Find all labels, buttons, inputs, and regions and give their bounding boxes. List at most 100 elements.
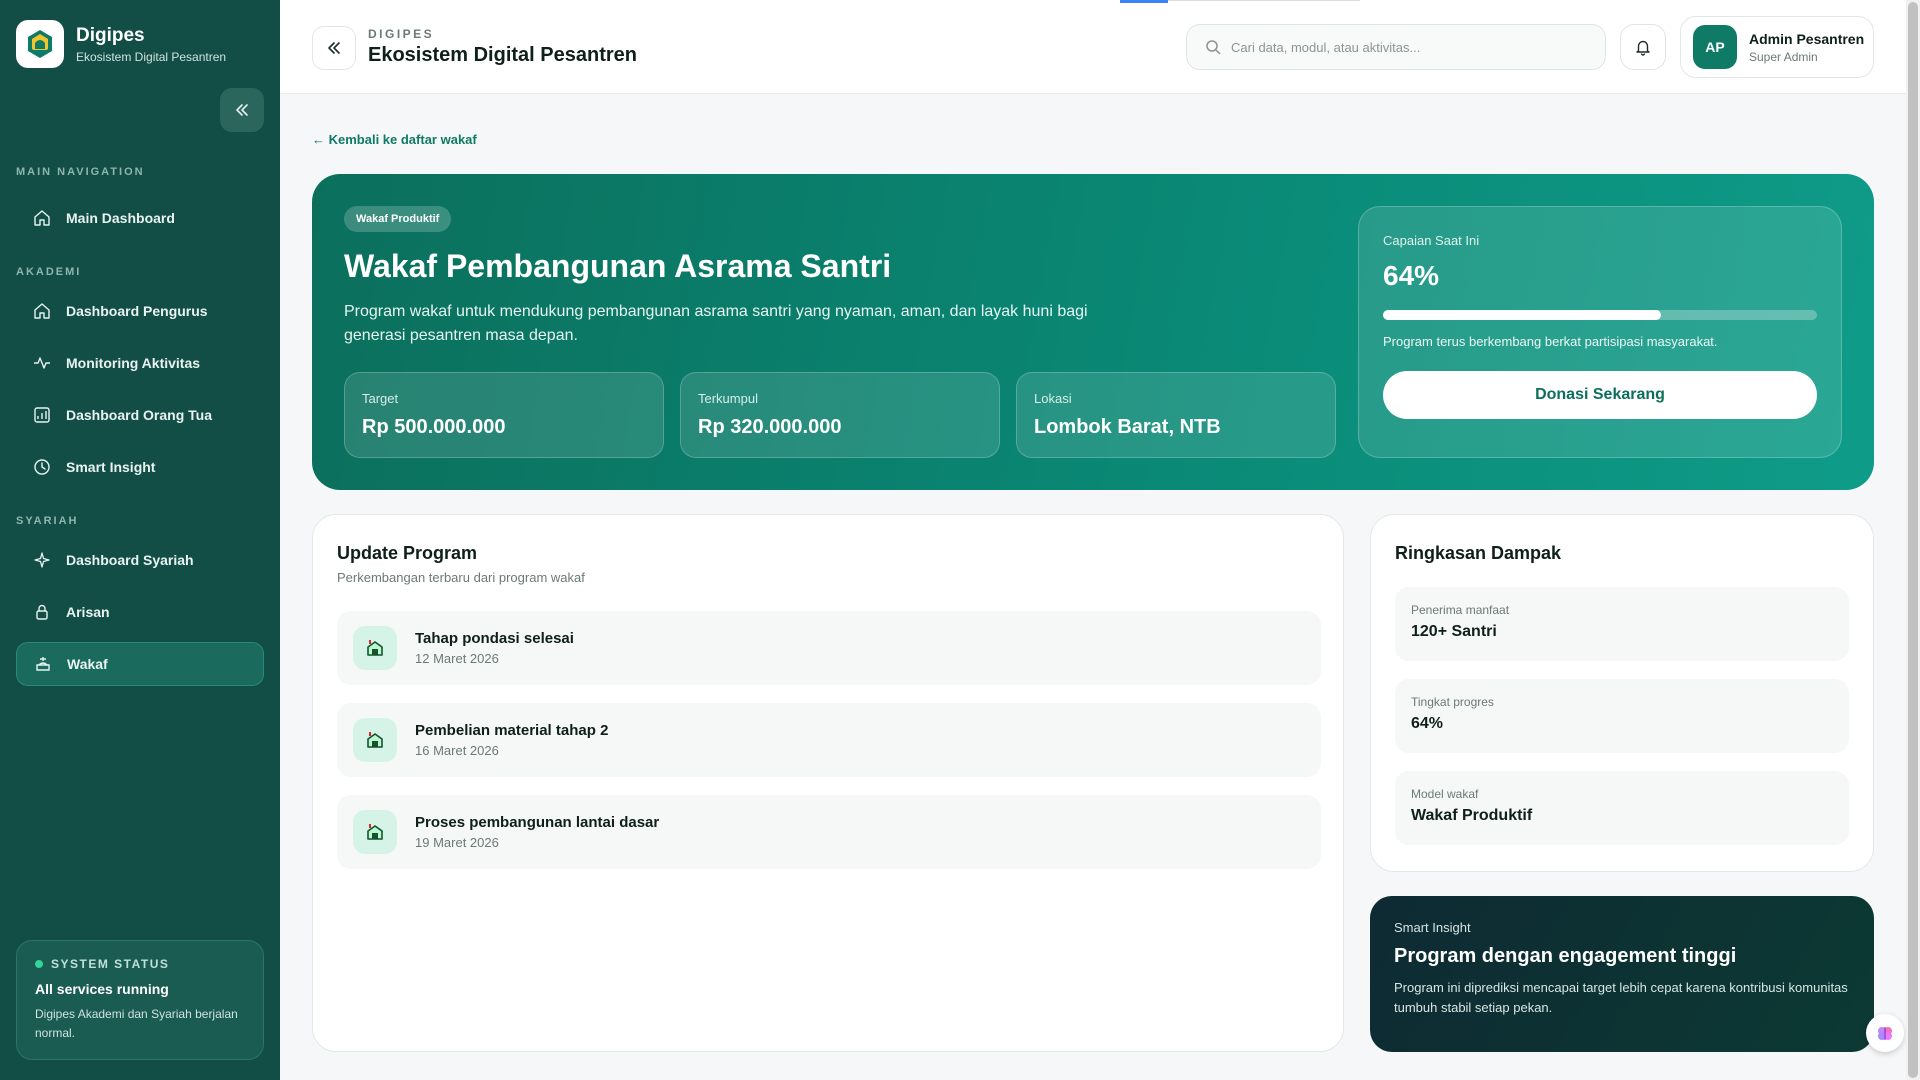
brain-icon [1878,1027,1892,1040]
impact-value: 64% [1411,715,1444,732]
stat-value: Rp 320.000.000 [698,416,842,438]
loading-indicator-track [1168,0,1360,1]
bell-icon [1636,40,1650,56]
sidebar-item-label: Monitoring Aktivitas [66,355,201,371]
update-title: Pembelian material tahap 2 [415,722,609,739]
card-title: Ringkasan Dampak [1395,543,1562,563]
insight-description: Program ini diprediksi mencapai target l… [1394,980,1848,1015]
update-title: Proses pembangunan lantai dasar [415,814,660,831]
donate-now-button[interactable]: Donasi Sekarang [1383,371,1817,419]
list-item[interactable]: Pembelian material tahap 2 16 Maret 2026 [337,703,1321,777]
assistant-fab-button[interactable] [1866,1014,1904,1052]
top-header: DIGIPES Ekosistem Digital Pesantren AP A… [280,0,1906,94]
brand[interactable]: Digipes Ekosistem Digital Pesantren [16,20,226,68]
home-icon [32,301,52,321]
list-item[interactable]: Proses pembangunan lantai dasar 19 Maret… [337,795,1321,869]
lock-icon [32,602,52,622]
update-title: Tahap pondasi selesai [415,630,574,647]
activity-icon [32,353,52,373]
progress-note: Program terus berkembang berkat partisip… [1383,334,1718,349]
nav-section-akademi: AKADEMI [16,266,82,278]
impact-item: Model wakaf Wakaf Produktif [1395,771,1849,845]
status-title: All services running [35,981,169,997]
stat-target: Target Rp 500.000.000 [344,372,664,458]
back-to-wakaf-list-link[interactable]: ← Kembali ke daftar wakaf [312,132,477,147]
header-eyebrow: DIGIPES [368,27,435,41]
sidebar-item-smart-insight[interactable]: Smart Insight [16,445,264,489]
sidebar-item-label: Main Dashboard [66,210,175,226]
user-role: Super Admin [1749,49,1818,64]
building-icon [353,810,397,854]
insight-title: Program dengan engagement tinggi [1394,945,1737,967]
sidebar-collapse-button[interactable] [220,88,264,132]
progress-bar-fill [1383,310,1661,320]
impact-label: Model wakaf [1411,787,1479,801]
status-label: SYSTEM STATUS [51,957,170,971]
sidebar: Digipes Ekosistem Digital Pesantren MAIN… [0,0,280,1080]
building-icon [353,626,397,670]
card-subtitle: Perkembangan terbaru dari program wakaf [337,570,585,585]
sidebar-item-monitoring-aktivitas[interactable]: Monitoring Aktivitas [16,341,264,385]
sidebar-item-dashboard-syariah[interactable]: Dashboard Syariah [16,538,264,582]
impact-summary-card: Ringkasan Dampak Penerima manfaat 120+ S… [1370,514,1874,872]
progress-card: Capaian Saat Ini 64% Program terus berke… [1358,206,1842,458]
brand-title: Digipes [76,24,145,46]
home-icon [32,208,52,228]
status-description: Digipes Akademi dan Syariah berjalan nor… [35,1007,238,1040]
insight-label: Smart Insight [1394,920,1471,935]
sidebar-item-label: Dashboard Pengurus [66,303,208,319]
user-profile-button[interactable]: AP Admin Pesantren Super Admin [1680,16,1874,78]
smart-insight-card: Smart Insight Program dengan engagement … [1370,896,1874,1052]
chart-icon [32,405,52,425]
progress-value: 64% [1383,260,1440,291]
sidebar-item-label: Dashboard Orang Tua [66,407,212,423]
update-date: 12 Maret 2026 [415,651,499,666]
stat-label: Target [362,391,399,406]
chevrons-left-icon [236,104,248,116]
sidebar-item-wakaf[interactable]: Wakaf [16,642,264,686]
list-item[interactable]: Tahap pondasi selesai 12 Maret 2026 [337,611,1321,685]
building-icon [353,718,397,762]
card-title: Update Program [337,543,478,563]
impact-item: Penerima manfaat 120+ Santri [1395,587,1849,661]
sidebar-item-label: Wakaf [67,656,108,672]
sidebar-item-dashboard-pengurus[interactable]: Dashboard Pengurus [16,289,264,333]
stat-value: Rp 500.000.000 [362,416,506,438]
stat-terkumpul: Terkumpul Rp 320.000.000 [680,372,1000,458]
search-icon [1206,40,1221,55]
page-title: Ekosistem Digital Pesantren [368,44,637,66]
program-title: Wakaf Pembangunan Asrama Santri [344,248,892,284]
sidebar-item-arisan[interactable]: Arisan [16,590,264,634]
system-status-card: SYSTEM STATUS All services running Digip… [16,940,264,1060]
sidebar-item-main-dashboard[interactable]: Main Dashboard [16,196,264,240]
brand-logo [16,20,64,68]
impact-label: Penerima manfaat [1411,603,1510,617]
sidebar-item-label: Arisan [66,604,110,620]
stat-label: Terkumpul [698,391,758,406]
update-program-card: Update Program Perkembangan terbaru dari… [312,514,1344,1052]
sidebar-item-dashboard-orang-tua[interactable]: Dashboard Orang Tua [16,393,264,437]
stat-label: Lokasi [1034,391,1072,406]
sidebar-item-label: Dashboard Syariah [66,552,194,568]
nav-section-syariah: SYARIAH [16,515,79,527]
search-bar[interactable] [1186,24,1606,70]
update-date: 19 Maret 2026 [415,835,499,850]
sparkle-icon [32,550,52,570]
avatar: AP [1693,25,1737,69]
scrollbar-thumb[interactable] [1908,2,1918,1078]
nav-section-main: MAIN NAVIGATION [16,166,145,178]
impact-value: Wakaf Produktif [1411,807,1533,824]
search-input[interactable] [1231,39,1591,55]
header-collapse-button[interactable] [312,26,356,70]
impact-value: 120+ Santri [1411,623,1497,640]
update-date: 16 Maret 2026 [415,743,499,758]
loading-indicator [1120,0,1168,3]
sidebar-item-label: Smart Insight [66,459,156,475]
category-badge: Wakaf Produktif [344,206,452,232]
program-description: Program wakaf untuk mendukung pembanguna… [344,303,1088,344]
user-name: Admin Pesantren [1749,30,1865,47]
notifications-button[interactable] [1620,24,1666,70]
wakaf-hero-banner: Wakaf Produktif Wakaf Pembangunan Asrama… [312,174,1874,490]
status-dot-icon [35,960,43,968]
impact-label: Tingkat progres [1411,695,1494,709]
